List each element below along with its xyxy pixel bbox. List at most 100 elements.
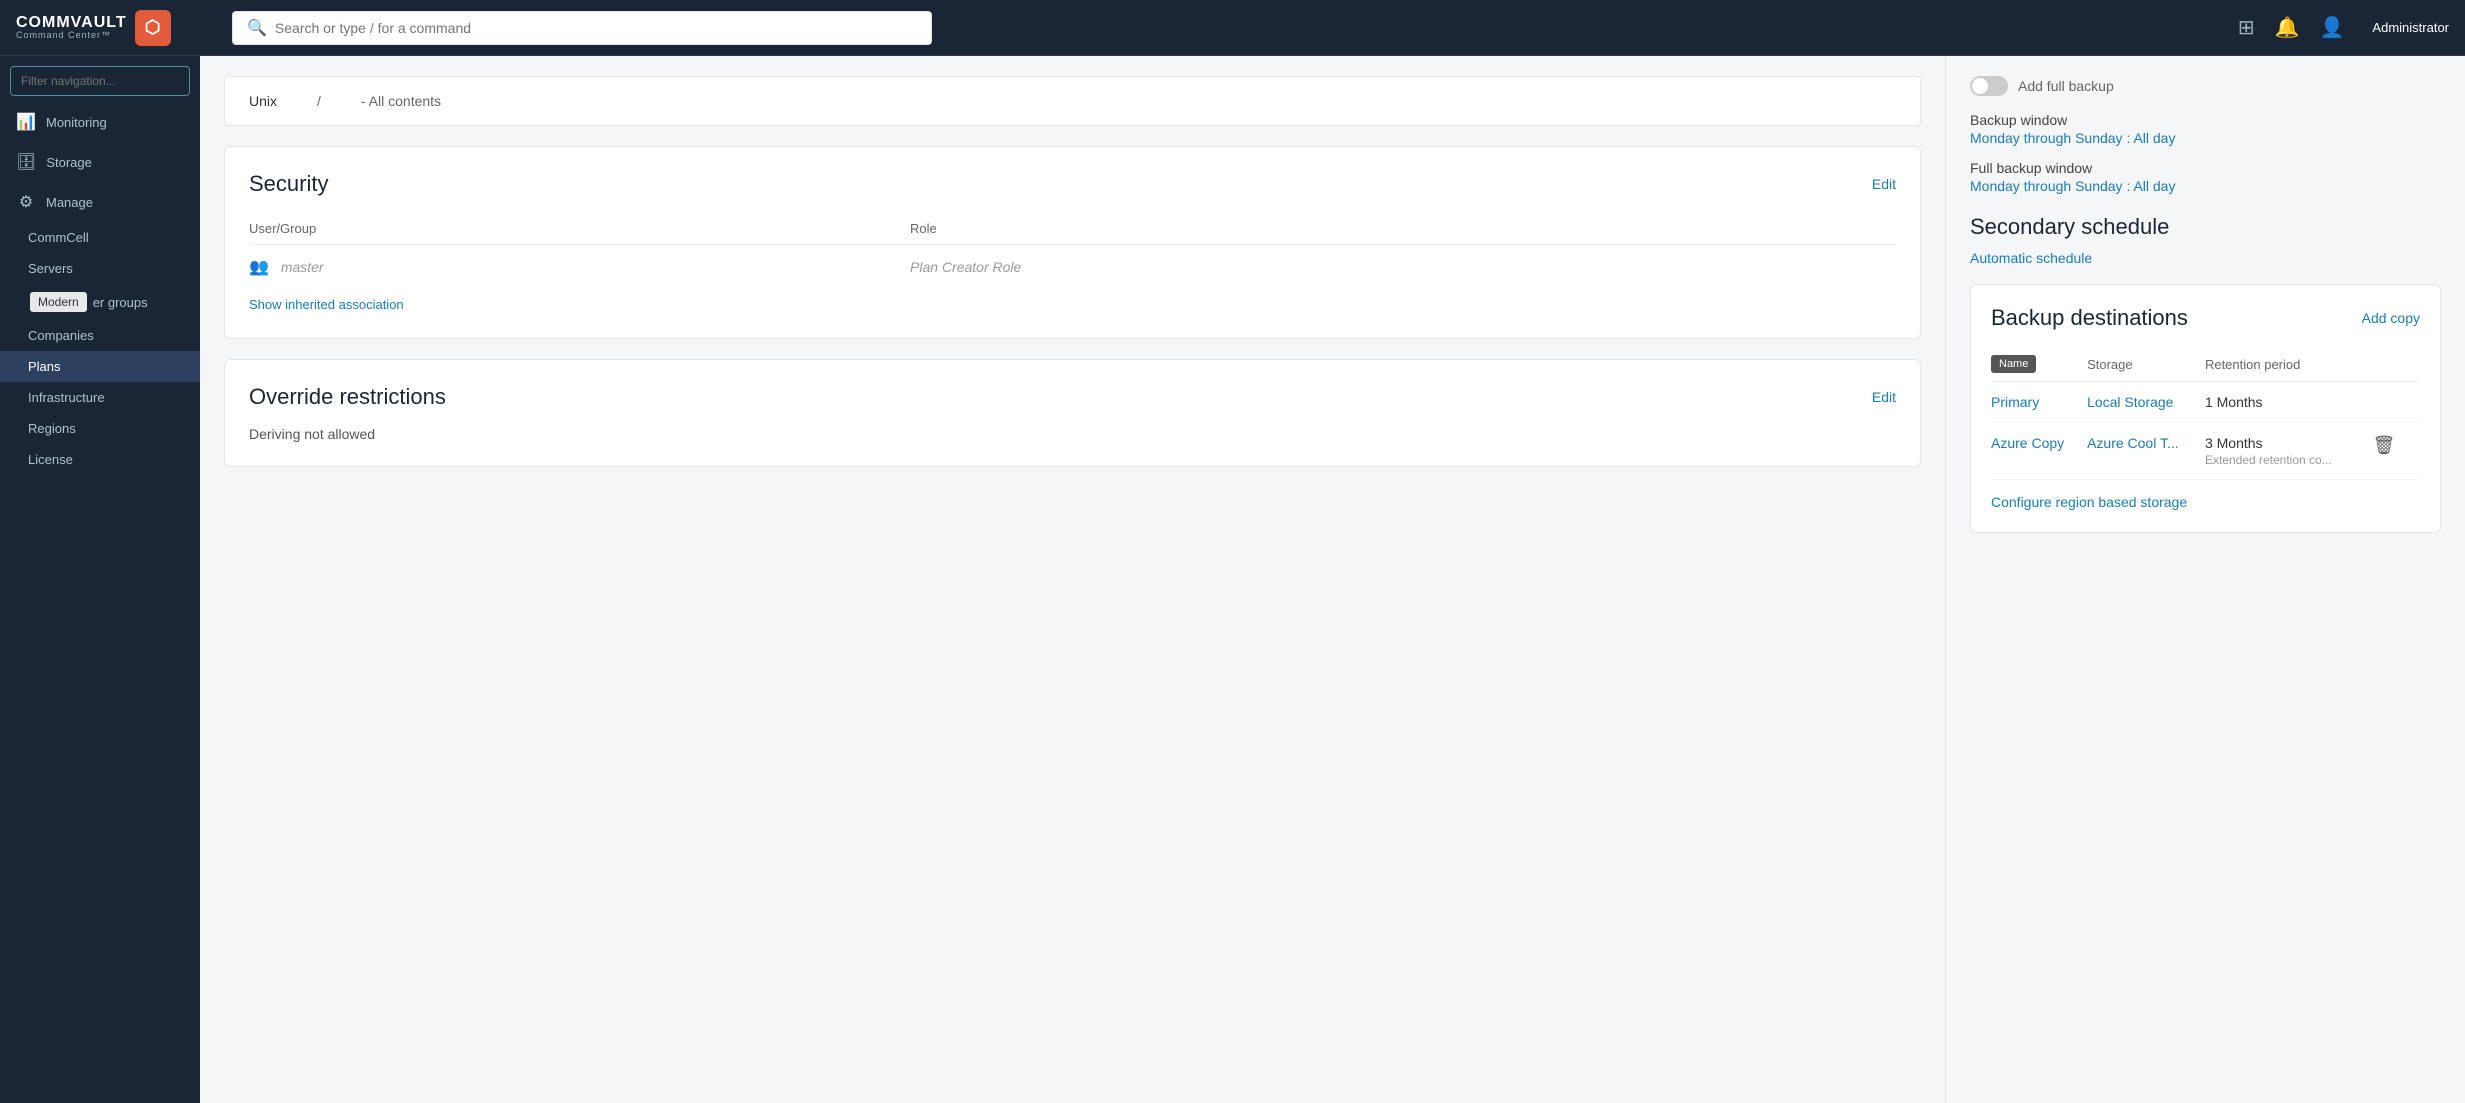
left-panel: Unix / - All contents Security Edit User… [200,56,1945,1103]
security-edit-button[interactable]: Edit [1872,176,1896,192]
sidebar-item-companies[interactable]: Companies [0,320,200,351]
name-tooltip-badge: Name [1991,355,2036,373]
security-header: Security Edit [249,171,1896,197]
destinations-table: Name Storage Retention period Primary [1991,347,2420,480]
unix-label: Unix [249,93,277,109]
modern-tooltip: Modern [30,292,87,312]
admin-label: Administrator [2372,20,2449,35]
dest-storage-azure[interactable]: Azure Cool T... [2087,435,2179,451]
sidebar-label-companies: Companies [28,328,94,343]
sidebar-label-monitoring: Monitoring [46,115,107,130]
override-card: Override restrictions Edit Deriving not … [224,359,1921,467]
topbar-right: ⊞ 🔔 👤 Administrator [2238,15,2449,40]
show-inherited-link[interactable]: Show inherited association [249,297,404,312]
dest-storage-primary[interactable]: Local Storage [2087,394,2173,410]
sidebar-item-infrastructure[interactable]: Infrastructure [0,382,200,413]
sidebar-item-plans[interactable]: Plans [0,351,200,382]
backup-window-value[interactable]: Monday through Sunday : All day [1970,130,2441,146]
sidebar-item-servers[interactable]: Servers [0,253,200,284]
sidebar-item-storage[interactable]: 🗄 Storage [0,142,200,182]
secondary-schedule-title: Secondary schedule [1970,214,2441,240]
full-backup-window-item: Full backup window Monday through Sunday… [1970,160,2441,194]
avatar-icon[interactable]: 👤 [2320,15,2345,40]
bell-icon[interactable]: 🔔 [2275,15,2300,40]
toggle-track [1970,76,2008,96]
override-header: Override restrictions Edit [249,384,1896,410]
sidebar-label-commcell: CommCell [28,230,89,245]
dest-col-name: Name [1991,347,2087,382]
security-table: User/Group Role 👥 master Plan Creator Ro… [249,213,1896,289]
sidebar-filter-input[interactable] [10,66,190,96]
sidebar-item-server-groups[interactable]: Modern er groups [0,284,200,320]
full-backup-window-label: Full backup window [1970,160,2441,176]
dest-name-primary[interactable]: Primary [1991,394,2039,410]
secondary-schedule-section: Secondary schedule Automatic schedule [1970,214,2441,268]
storage-icon: 🗄 [16,152,36,172]
add-full-backup-toggle[interactable] [1970,76,2008,96]
dest-name-azure[interactable]: Azure Copy [1991,435,2064,451]
table-row: Primary Local Storage 1 Months [1991,382,2420,423]
backup-window-item: Backup window Monday through Sunday : Al… [1970,112,2441,146]
brand-name: COMMVAULT [16,14,127,32]
override-title: Override restrictions [249,384,446,410]
full-backup-window-value[interactable]: Monday through Sunday : All day [1970,178,2441,194]
configure-region-storage-link[interactable]: Configure region based storage [1991,494,2187,510]
sidebar-label-storage: Storage [46,155,92,170]
override-edit-button[interactable]: Edit [1872,389,1896,405]
security-card: Security Edit User/Group Role 👥 [224,146,1921,339]
dest-col-storage: Storage [2087,347,2205,382]
sidebar-label-server-groups: er groups [93,295,148,310]
col-role: Role [910,213,1896,245]
sidebar-label-plans: Plans [28,359,61,374]
col-user-group: User/Group [249,213,910,245]
sidebar-item-regions[interactable]: Regions [0,413,200,444]
sidebar-label-manage: Manage [46,195,93,210]
brand-sub: Command Center™ [16,31,127,41]
topbar: COMMVAULT Command Center™ ⬡ 🔍 ⊞ 🔔 👤 Admi… [0,0,2465,56]
retention-primary: 1 Months [2205,394,2357,410]
main-layout: 📊 Monitoring 🗄 Storage ⚙ Manage CommCell… [0,56,2465,1103]
search-icon: 🔍 [247,18,267,38]
security-role: Plan Creator Role [910,245,1896,290]
security-user: 👥 master [249,245,910,290]
unix-path: - All contents [361,93,441,109]
dest-col-actions [2364,347,2420,382]
manage-icon: ⚙ [16,192,36,212]
logo-area: COMMVAULT Command Center™ ⬡ [16,10,216,46]
main-content: Unix / - All contents Security Edit User… [200,56,2465,1103]
sidebar-label-servers: Servers [28,261,73,276]
search-bar[interactable]: 🔍 [232,11,932,45]
delete-azure-button[interactable]: 🗑 [2364,431,2403,459]
add-full-backup-label: Add full backup [2018,78,2114,94]
sidebar-label-regions: Regions [28,421,76,436]
destinations-title: Backup destinations [1991,305,2188,331]
override-text: Deriving not allowed [249,426,1896,442]
sidebar-item-commcell[interactable]: CommCell [0,222,200,253]
unix-row: Unix / - All contents [224,76,1921,126]
sidebar-item-manage[interactable]: ⚙ Manage [0,182,200,222]
sidebar-item-license[interactable]: License [0,444,200,475]
sidebar-label-infrastructure: Infrastructure [28,390,105,405]
retention-sub-azure: Extended retention co... [2205,453,2357,467]
toggle-thumb [1972,78,1988,94]
sidebar-item-monitoring[interactable]: 📊 Monitoring [0,102,200,142]
dest-col-retention: Retention period [2205,347,2365,382]
sidebar-label-license: License [28,452,73,467]
search-input[interactable] [275,20,917,36]
backup-toggle-row: Add full backup [1970,76,2441,96]
security-row: 👥 master Plan Creator Role [249,245,1896,290]
logo-icon: ⬡ [135,10,171,46]
user-group-icon: 👥 [249,259,269,276]
unix-separator: / [317,93,321,109]
sidebar: 📊 Monitoring 🗄 Storage ⚙ Manage CommCell… [0,56,200,1103]
backup-window-label: Backup window [1970,112,2441,128]
retention-azure: 3 Months [2205,435,2357,451]
table-row: Azure Copy Azure Cool T... 3 Months Exte… [1991,423,2420,480]
backup-destinations-card: Backup destinations Add copy Name Storag… [1970,284,2441,533]
user-name: master [281,259,324,275]
security-title: Security [249,171,328,197]
add-copy-button[interactable]: Add copy [2362,310,2420,326]
auto-schedule-link[interactable]: Automatic schedule [1970,250,2092,266]
destinations-header: Backup destinations Add copy [1991,305,2420,331]
grid-icon[interactable]: ⊞ [2238,15,2255,40]
